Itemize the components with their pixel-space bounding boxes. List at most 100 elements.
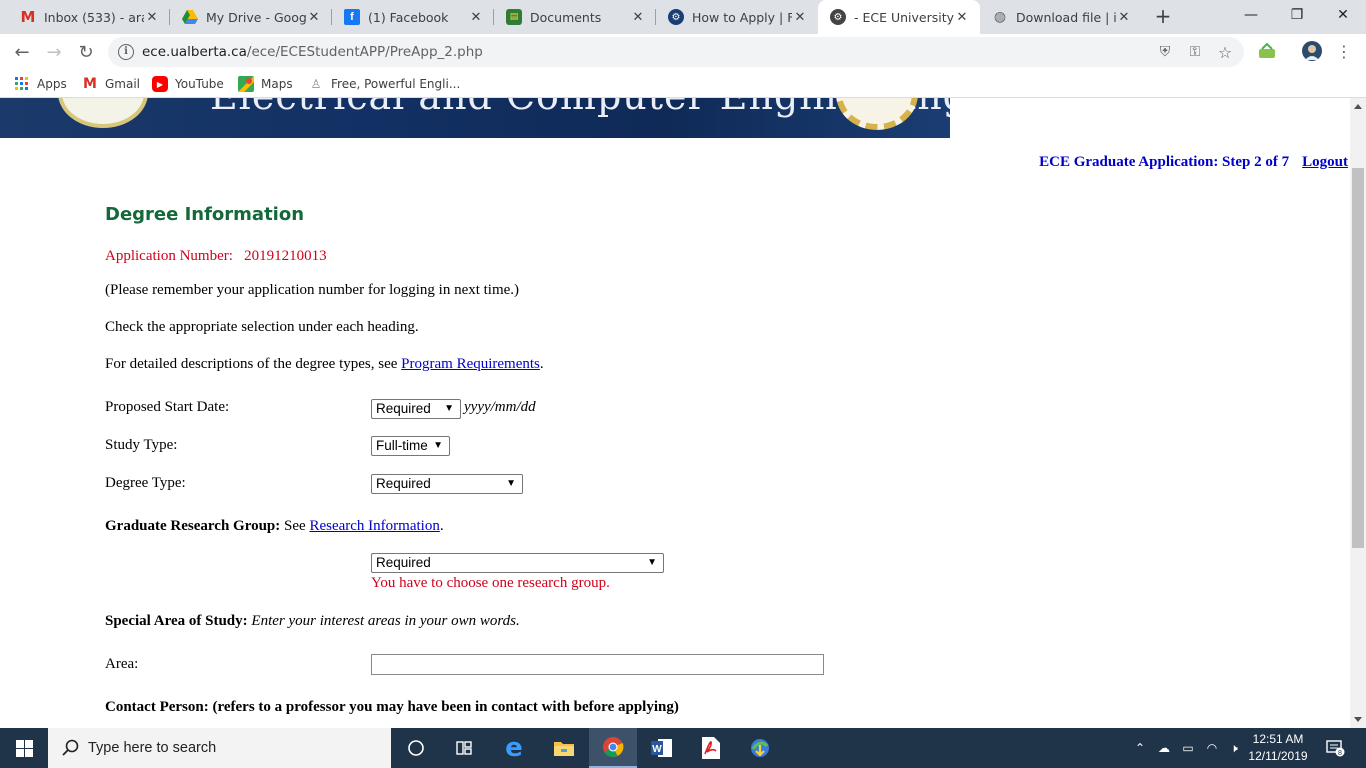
page-scrollbar[interactable]	[1350, 98, 1366, 728]
application-number: Application Number: 20191210013	[105, 248, 327, 265]
close-icon[interactable]: ✕	[1116, 9, 1132, 25]
internet-download-manager-icon[interactable]	[736, 728, 784, 768]
back-button[interactable]: ←	[10, 40, 34, 64]
chrome-icon[interactable]	[589, 728, 637, 768]
close-icon[interactable]: ✕	[306, 9, 322, 25]
research-group-select[interactable]: Required ▼	[371, 553, 664, 573]
clock-date: 12/11/2019	[1248, 749, 1308, 763]
key-icon[interactable]: ⚿	[1186, 43, 1204, 61]
task-view-icon[interactable]	[392, 728, 440, 768]
bookmark-gmail[interactable]: M Gmail	[82, 76, 140, 92]
program-requirements-link[interactable]: Program Requirements	[401, 356, 540, 372]
shield-icon[interactable]: ⛨	[1156, 43, 1174, 61]
battery-icon[interactable]: ▭	[1178, 728, 1198, 768]
tab-drive[interactable]: My Drive - Google ✕	[170, 0, 332, 34]
minimize-button[interactable]: —	[1228, 0, 1274, 30]
tab-facebook[interactable]: f (1) Facebook ✕	[332, 0, 494, 34]
avatar[interactable]	[1302, 41, 1322, 61]
tab-title: My Drive - Google	[206, 9, 306, 25]
degree-type-label: Degree Type:	[105, 475, 186, 491]
gear-logo-icon: ⚙	[830, 9, 846, 25]
new-tab-button[interactable]: +	[1152, 6, 1174, 28]
star-icon[interactable]: ☆	[1216, 43, 1234, 62]
close-icon[interactable]: ✕	[468, 9, 484, 25]
url-path: /ece/ECEStudentAPP/PreApp_2.php	[246, 44, 483, 60]
start-button[interactable]	[0, 728, 48, 768]
research-group-label: Graduate Research Group:	[105, 518, 281, 534]
scroll-down-arrow-icon[interactable]	[1354, 717, 1362, 722]
area-input[interactable]	[371, 654, 824, 675]
forward-button[interactable]: →	[42, 40, 66, 64]
bookmark-apps[interactable]: Apps	[14, 76, 67, 92]
area-label: Area:	[105, 656, 139, 672]
study-type-label: Study Type:	[105, 437, 178, 453]
bookmark-label: Gmail	[105, 77, 141, 91]
timeline-icon[interactable]	[440, 728, 488, 768]
bookmark-label: YouTube	[175, 77, 224, 91]
research-suffix: .	[439, 518, 444, 534]
date-format-hint: yyyy/mm/dd	[464, 399, 536, 415]
tab-strip: M Inbox (533) - arafa ✕ My Drive - Googl…	[0, 0, 1366, 34]
research-group-value: Required	[376, 555, 431, 570]
site-info-icon[interactable]: i	[118, 44, 134, 60]
tab-title: How to Apply | Fac	[692, 9, 792, 25]
url-text[interactable]: ece.ualberta.ca/ece/ECEStudentAPP/PreApp…	[142, 44, 483, 60]
dropdown-arrow-icon: ▼	[433, 440, 443, 451]
bookmark-grammar[interactable]: ♙ Free, Powerful Engli...	[308, 76, 461, 92]
description-suffix: .	[539, 356, 544, 372]
taskbar-clock[interactable]: 12:51 AM 12/11/2019	[1244, 731, 1312, 765]
research-information-link[interactable]: Research Information	[309, 518, 439, 534]
url-host: ece.ualberta.ca	[142, 44, 247, 60]
search-icon	[62, 739, 79, 756]
extension-icon[interactable]	[1257, 41, 1277, 61]
step-text: ECE Graduate Application: Step 2 of 7	[1039, 154, 1290, 170]
file-explorer-icon[interactable]	[540, 728, 588, 768]
facebook-icon: f	[344, 9, 360, 25]
scroll-up-arrow-icon[interactable]	[1354, 104, 1362, 109]
taskbar-search[interactable]: Type here to search	[48, 728, 391, 768]
edge-icon[interactable]: e	[490, 728, 538, 768]
tab-how-to-apply[interactable]: ⚙ How to Apply | Fac ✕	[656, 0, 818, 34]
close-icon[interactable]: ✕	[954, 9, 970, 25]
degree-type-select[interactable]: Required ▼	[371, 474, 523, 494]
search-placeholder: Type here to search	[88, 740, 217, 756]
word-icon[interactable]: W	[638, 728, 686, 768]
reload-button[interactable]: ↻	[74, 40, 98, 64]
gmail-icon: M	[83, 76, 97, 92]
bookmark-maps[interactable]: Maps	[238, 76, 293, 92]
logout-link[interactable]: Logout	[1302, 154, 1348, 171]
close-icon[interactable]: ✕	[630, 9, 646, 25]
close-window-button[interactable]: ✕	[1320, 0, 1366, 30]
study-type-value: Full-time	[376, 438, 428, 453]
notification-count: 8	[1338, 750, 1342, 757]
chevron-up-icon[interactable]: ⌃	[1132, 728, 1148, 768]
menu-icon[interactable]: ⋮	[1334, 41, 1354, 61]
onedrive-icon[interactable]: ☁	[1154, 728, 1174, 768]
address-bar[interactable]: i ece.ualberta.ca/ece/ECEStudentAPP/PreA…	[108, 37, 1244, 67]
research-group-heading: Graduate Research Group: See Research In…	[105, 518, 444, 535]
close-icon[interactable]: ✕	[144, 9, 160, 25]
drive-icon	[182, 9, 198, 25]
tab-gmail[interactable]: M Inbox (533) - arafa ✕	[8, 0, 170, 34]
tab-documents[interactable]: ▤ Documents ✕	[494, 0, 656, 34]
tab-ece-university[interactable]: ⚙ - ECE University of ✕	[818, 0, 980, 34]
restore-button[interactable]: ❐	[1274, 0, 1320, 30]
scrollbar-thumb[interactable]	[1352, 168, 1364, 548]
windows-taskbar: Type here to search e W ⌃ ☁ ▭ ◠ 🕨 12:51 …	[0, 728, 1366, 768]
acrobat-icon[interactable]	[686, 728, 734, 768]
windows-logo-icon	[15, 739, 33, 757]
tab-title: - ECE University of	[854, 9, 954, 25]
start-date-select[interactable]: Required ▼	[371, 399, 461, 419]
university-crest-logo	[58, 98, 148, 128]
page-viewport: Electrical and Computer Engineering ECE …	[0, 98, 1350, 728]
tab-title: Inbox (533) - arafa	[44, 9, 144, 25]
notification-center-icon[interactable]: 8	[1320, 728, 1350, 768]
wifi-icon[interactable]: ◠	[1202, 728, 1222, 768]
application-number-value: 20191210013	[244, 248, 327, 264]
maps-icon	[238, 76, 254, 92]
study-type-select[interactable]: Full-time ▼	[371, 436, 450, 456]
bookmark-youtube[interactable]: ▶ YouTube	[152, 76, 224, 92]
volume-muted-icon[interactable]: 🕨	[1224, 728, 1244, 768]
tab-download-file[interactable]: ◍ Download file | iLo ✕	[980, 0, 1142, 34]
close-icon[interactable]: ✕	[792, 9, 808, 25]
